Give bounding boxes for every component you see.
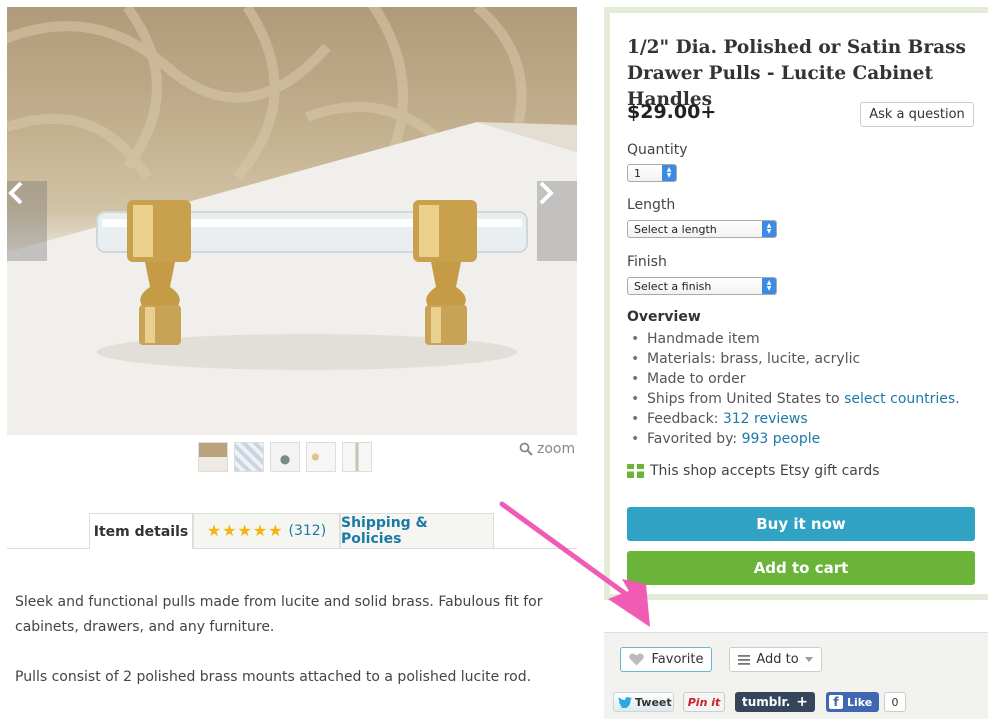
add-to-list-button[interactable]: Add to [729, 647, 822, 672]
finish-label: Finish [627, 254, 667, 270]
select-arrows-icon: ▲ ▼ [762, 278, 776, 294]
tab-reviews[interactable]: ★ ★ ★ ★ ★ (312) [193, 513, 340, 548]
length-select[interactable]: Select a length ▲ ▼ [627, 220, 777, 238]
favorited-text: Favorited by: [647, 431, 742, 447]
finish-select[interactable]: Select a finish ▲ ▼ [627, 277, 777, 295]
facebook-like-button[interactable]: f Like [826, 692, 879, 712]
twitter-bird-icon [618, 696, 632, 708]
tab-shipping-label: Shipping & Policies [341, 515, 428, 547]
star-icon: ★ [206, 521, 222, 540]
list-icon [738, 654, 751, 665]
like-count: 0 [884, 692, 906, 712]
star-icon: ★ [237, 521, 252, 540]
quantity-label: Quantity [627, 142, 688, 158]
listing-price: $29.00+ [627, 101, 717, 123]
star-icon: ★ [252, 521, 268, 540]
description-paragraph: Pulls consist of 2 polished brass mounts… [15, 669, 532, 685]
thumbnail-strip [198, 442, 372, 472]
social-share-bar: Tweet Pin it tumblr. + f Like 0 [604, 682, 988, 719]
quantity-value: 1 [634, 166, 641, 180]
zoom-label: zoom [537, 441, 576, 457]
feedback-text: Feedback: [647, 411, 723, 427]
tweet-button[interactable]: Tweet [613, 692, 674, 712]
overview-item-materials: Materials: brass, lucite, acrylic [627, 349, 960, 369]
tumblr-button[interactable]: tumblr. + [735, 692, 815, 712]
reviews-count: (312) [288, 523, 327, 539]
like-label: Like [847, 695, 873, 709]
finish-value: Select a finish [634, 279, 712, 293]
gift-card-note: This shop accepts Etsy gift cards [627, 463, 880, 479]
next-image-button[interactable] [537, 181, 577, 261]
add-to-label: Add to [756, 652, 799, 667]
tumblr-label: tumblr. [742, 695, 791, 709]
item-description: Sleek and functional pulls made from luc… [15, 590, 555, 715]
ask-question-button[interactable]: Ask a question [860, 102, 974, 127]
pin-it-label: Pin it [687, 695, 721, 709]
heart-icon [628, 653, 644, 666]
previous-image-button[interactable] [7, 181, 47, 261]
add-to-cart-button[interactable]: Add to cart [627, 551, 975, 585]
rating-stars: ★ ★ ★ ★ ★ [207, 523, 283, 539]
favorite-bar: Favorite Add to [604, 632, 988, 682]
plus-icon: + [796, 694, 808, 710]
chevron-right-icon [539, 181, 554, 205]
magnifier-icon [519, 442, 533, 456]
overview-list: Handmade item Materials: brass, lucite, … [627, 329, 960, 449]
star-icon: ★ [222, 521, 237, 540]
thumbnail-4[interactable] [306, 442, 336, 472]
length-value: Select a length [634, 222, 717, 236]
chevron-left-icon [8, 181, 23, 205]
description-paragraph: Sleek and functional pulls made from luc… [15, 594, 543, 635]
thumbnail-1[interactable] [198, 442, 228, 472]
overview-heading: Overview [627, 309, 701, 325]
overview-item-handmade: Handmade item [627, 329, 960, 349]
select-countries-link[interactable]: select countries [844, 391, 955, 407]
overview-item-feedback: Feedback: 312 reviews [627, 409, 960, 429]
thumbnail-3[interactable] [270, 442, 300, 472]
pin-it-button[interactable]: Pin it [683, 692, 725, 712]
reviews-link[interactable]: 312 reviews [723, 411, 808, 427]
ships-suffix: . [955, 391, 960, 407]
zoom-link[interactable]: zoom [519, 441, 575, 457]
overview-item-ships: Ships from United States to select count… [627, 389, 960, 409]
gift-icon [627, 464, 644, 478]
chevron-down-icon [804, 657, 813, 662]
listing-panel: 1/2" Dia. Polished or Satin Brass Drawer… [604, 7, 988, 600]
tab-shipping-policies[interactable]: Shipping & Policies [340, 513, 494, 548]
select-arrows-icon: ▲ ▼ [762, 221, 776, 237]
thumbnail-5[interactable] [342, 442, 372, 472]
tab-item-details-label: Item details [93, 523, 189, 540]
length-label: Length [627, 197, 676, 213]
overview-item-favorited: Favorited by: 993 people [627, 429, 960, 449]
product-photo-drawing [7, 7, 577, 435]
favorite-button[interactable]: Favorite [620, 647, 712, 672]
favorite-label: Favorite [651, 652, 704, 667]
favorited-people-link[interactable]: 993 people [742, 431, 821, 447]
gift-card-text: This shop accepts Etsy gift cards [650, 463, 880, 479]
tab-item-details[interactable]: Item details [89, 513, 193, 549]
select-arrows-icon: ▲ ▼ [662, 165, 676, 181]
product-photo[interactable] [7, 7, 577, 435]
tweet-label: Tweet [635, 695, 672, 709]
facebook-icon: f [829, 695, 843, 709]
ships-text: Ships from United States to [647, 391, 845, 407]
star-icon: ★ [268, 521, 283, 540]
quantity-select[interactable]: 1 ▲ ▼ [627, 164, 677, 182]
overview-item-made-to-order: Made to order [627, 369, 960, 389]
listing-tabs: Item details ★ ★ ★ ★ ★ (312) Shipping & … [7, 513, 577, 549]
buy-now-button[interactable]: Buy it now [627, 507, 975, 541]
thumbnail-2[interactable] [234, 442, 264, 472]
